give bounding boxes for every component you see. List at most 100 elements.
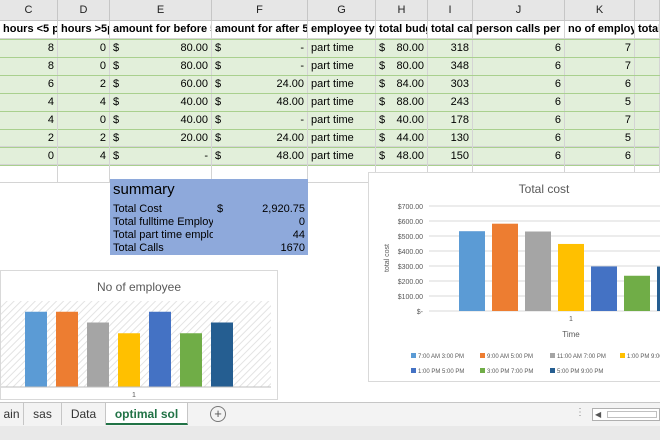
- header-cell[interactable]: total calls: [428, 21, 473, 39]
- header-cell[interactable]: no of employee: [565, 21, 635, 39]
- scrollbar-thumb[interactable]: [607, 411, 657, 418]
- header-cell[interactable]: employee type: [308, 21, 376, 39]
- table-cell[interactable]: 6: [473, 40, 565, 58]
- table-cell[interactable]: $24.00: [212, 76, 308, 94]
- bar-series-1: [25, 311, 47, 387]
- table-cell[interactable]: [635, 112, 660, 130]
- y-tick-label: $500.00: [398, 234, 423, 241]
- summary-total-calls: Total Calls 1670: [113, 242, 305, 254]
- table-cell[interactable]: 0: [58, 40, 110, 58]
- chart-no-of-employee[interactable]: No of employee 1: [0, 270, 278, 400]
- table-cell[interactable]: $48.00: [212, 94, 308, 112]
- table-cell[interactable]: $60.00: [110, 76, 212, 94]
- table-cell[interactable]: 2: [58, 76, 110, 94]
- table-cell[interactable]: part time: [308, 94, 376, 112]
- column-header-h[interactable]: H: [376, 0, 428, 21]
- header-cell[interactable]: hours <5 pm: [0, 21, 58, 39]
- table-row: 8 0 $80.00 $ - part time $80.00 348 6 7: [0, 57, 660, 76]
- table-cell[interactable]: $84.00: [376, 76, 428, 94]
- table-cell[interactable]: $80.00: [110, 58, 212, 76]
- table-cell[interactable]: [635, 94, 660, 112]
- table-cell[interactable]: 7: [565, 58, 635, 76]
- column-header-g[interactable]: G: [308, 0, 376, 21]
- header-cell[interactable]: hours >5pm: [58, 21, 110, 39]
- column-header-d[interactable]: D: [58, 0, 110, 21]
- table-cell[interactable]: 4: [58, 94, 110, 112]
- table-cell[interactable]: 0: [58, 58, 110, 76]
- table-cell[interactable]: 6: [0, 76, 58, 94]
- table-cell[interactable]: 6: [473, 76, 565, 94]
- column-header-j[interactable]: J: [473, 0, 565, 21]
- table-cell[interactable]: 5: [565, 94, 635, 112]
- table-cell[interactable]: part time: [308, 76, 376, 94]
- legend-swatch: [411, 353, 416, 358]
- legend-swatch: [550, 368, 555, 373]
- horizontal-scrollbar[interactable]: ◀: [592, 408, 660, 421]
- y-axis-label: total cost: [384, 244, 391, 272]
- y-tick-label: $400.00: [398, 249, 423, 256]
- bar-series-5: [149, 311, 171, 387]
- table-cell[interactable]: 6: [473, 58, 565, 76]
- table-cell[interactable]: 7: [565, 112, 635, 130]
- header-cell[interactable]: total c: [635, 21, 660, 39]
- header-cell[interactable]: amount for before 5pm: [110, 21, 212, 39]
- sheet-tab-sas[interactable]: sas: [24, 403, 62, 425]
- legend-label: 3:00 PM 7:00 PM: [487, 369, 533, 375]
- column-header-l[interactable]: [635, 0, 660, 21]
- table-cell[interactable]: $80.00: [376, 40, 428, 58]
- table-cell[interactable]: 318: [428, 40, 473, 58]
- table-cell[interactable]: $ -: [212, 58, 308, 76]
- table-cell[interactable]: $ -: [212, 112, 308, 130]
- column-header-i[interactable]: I: [428, 0, 473, 21]
- add-sheet-icon[interactable]: +: [210, 406, 226, 422]
- bar-series-4: [118, 333, 140, 387]
- table-cell[interactable]: part time: [308, 58, 376, 76]
- table-cell[interactable]: [635, 58, 660, 76]
- sheet-tab-main[interactable]: ain: [0, 403, 24, 425]
- table-cell[interactable]: 6: [565, 76, 635, 94]
- table-cell[interactable]: $40.00: [376, 112, 428, 130]
- column-header-c[interactable]: C: [0, 0, 58, 21]
- sheet-tab-data[interactable]: Data: [62, 403, 106, 425]
- column-header-k[interactable]: K: [565, 0, 635, 21]
- header-cell[interactable]: total budge: [376, 21, 428, 39]
- status-bar: [0, 426, 660, 440]
- table-cell[interactable]: 4: [0, 94, 58, 112]
- x-tick-label: 1: [569, 316, 573, 323]
- table-cell[interactable]: $88.00: [376, 94, 428, 112]
- table-cell[interactable]: 8: [0, 58, 58, 76]
- header-cell[interactable]: person calls per hour: [473, 21, 565, 39]
- bar-series-6: [624, 275, 650, 311]
- sheet-tab-optimal-sol[interactable]: optimal sol: [106, 403, 188, 425]
- table-cell[interactable]: 7: [565, 40, 635, 58]
- table-cell[interactable]: $40.00: [110, 94, 212, 112]
- header-cell[interactable]: amount for after 5 pm: [212, 21, 308, 39]
- summary-block[interactable]: summary Total Cost $2,920.75 Total fullti…: [110, 179, 308, 255]
- table-cell[interactable]: [635, 76, 660, 94]
- table-cell[interactable]: $40.00: [110, 112, 212, 130]
- table-cell[interactable]: 8: [0, 40, 58, 58]
- table-cell[interactable]: 0: [58, 112, 110, 130]
- legend-label: 9:00 AM 5:00 PM: [487, 354, 533, 360]
- table-cell[interactable]: part time: [308, 40, 376, 58]
- table-cell[interactable]: $80.00: [376, 58, 428, 76]
- table-cell[interactable]: 6: [473, 112, 565, 130]
- table-cell[interactable]: 348: [428, 58, 473, 76]
- table-cell[interactable]: 178: [428, 112, 473, 130]
- more-options-icon[interactable]: ⋮: [575, 407, 585, 418]
- table-cell[interactable]: [635, 40, 660, 58]
- table-cell[interactable]: 303: [428, 76, 473, 94]
- table-cell[interactable]: part time: [308, 112, 376, 130]
- scroll-left-icon[interactable]: ◀: [595, 410, 601, 419]
- table-cell[interactable]: 243: [428, 94, 473, 112]
- bar-series-3: [87, 322, 109, 387]
- table-cell[interactable]: $80.00: [110, 40, 212, 58]
- y-tick-label: $200.00: [398, 279, 423, 286]
- table-cell[interactable]: $ -: [212, 40, 308, 58]
- chart-total-cost[interactable]: Total cost $- $100.00 $200.00 $300.00 $400.0…: [368, 172, 660, 382]
- table-cell[interactable]: 6: [473, 94, 565, 112]
- column-header-f[interactable]: F: [212, 0, 308, 21]
- table-cell[interactable]: 4: [0, 112, 58, 130]
- chart-total-cost-plot: $- $100.00 $200.00 $300.00 $400.00 $500.00 $60…: [384, 204, 660, 375]
- column-header-e[interactable]: E: [110, 0, 212, 21]
